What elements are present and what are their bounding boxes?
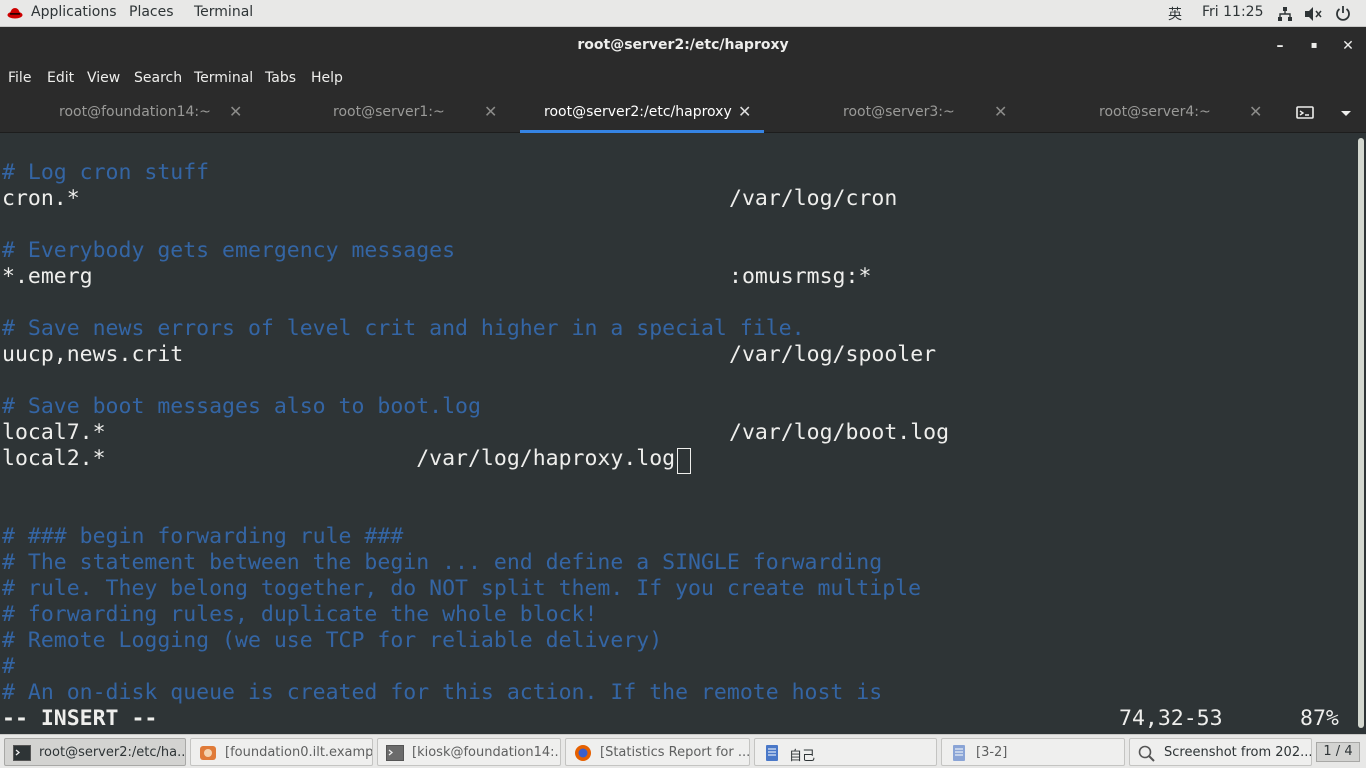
close-button[interactable]: ✕ bbox=[1337, 35, 1359, 57]
taskbar-item-label: 自己 bbox=[789, 749, 816, 764]
terminal-line: # Log cron stuff bbox=[2, 160, 210, 185]
terminal-view[interactable]: # Log cron stuff cron.* /var/log/cron # … bbox=[0, 134, 1356, 734]
taskbar-item-label: [kiosk@foundation14:... bbox=[412, 745, 561, 760]
tab-close-icon[interactable]: ✕ bbox=[229, 102, 242, 121]
input-method-indicator[interactable]: 英 bbox=[1168, 4, 1182, 24]
new-tab-icon[interactable] bbox=[1296, 105, 1314, 121]
terminal-line: # The statement between the begin ... en… bbox=[2, 550, 883, 575]
window-title: root@server2:/etc/haproxy bbox=[577, 37, 789, 53]
menu-terminal[interactable]: Terminal bbox=[194, 70, 253, 86]
taskbar-item-screenshot[interactable]: Screenshot from 202... bbox=[1129, 738, 1312, 766]
tab-close-icon[interactable]: ✕ bbox=[738, 102, 751, 121]
menu-view[interactable]: View bbox=[87, 70, 120, 86]
menu-search[interactable]: Search bbox=[134, 70, 182, 86]
tab-label: root@server4:~ bbox=[1099, 104, 1211, 120]
network-icon[interactable] bbox=[1277, 6, 1293, 22]
terminal-line: # ### begin forwarding rule ### bbox=[2, 524, 404, 549]
menu-help[interactable]: Help bbox=[311, 70, 343, 86]
terminal-line-target: /var/log/spooler bbox=[729, 342, 937, 367]
firefox-icon bbox=[575, 745, 591, 761]
terminal-line-target: /var/log/cron bbox=[729, 186, 898, 211]
window-titlebar[interactable]: root@server2:/etc/haproxy – ▪ ✕ bbox=[0, 27, 1366, 64]
redhat-logo-icon[interactable] bbox=[7, 5, 23, 21]
terminal-line: # Save boot messages also to boot.log bbox=[2, 394, 481, 419]
terminal-line: # forwarding rules, duplicate the whole … bbox=[2, 602, 598, 627]
tab-close-icon[interactable]: ✕ bbox=[1249, 102, 1262, 121]
tab-server1[interactable]: root@server1:~ ✕ bbox=[258, 93, 518, 133]
document-icon bbox=[953, 745, 965, 761]
top-bar: Applications Places Terminal 英 Fri 11:25 bbox=[0, 0, 1366, 27]
terminal-line: # Save news errors of level crit and hig… bbox=[2, 316, 805, 341]
menu-tabs[interactable]: Tabs bbox=[265, 70, 296, 86]
tab-server3[interactable]: root@server3:~ ✕ bbox=[766, 93, 1026, 133]
taskbar-item-label: [Statistics Report for ... bbox=[600, 745, 750, 760]
tab-server2[interactable]: root@server2:/etc/haproxy ✕ bbox=[520, 93, 764, 133]
viewer-icon bbox=[200, 746, 216, 760]
minimize-button[interactable]: – bbox=[1269, 35, 1291, 57]
terminal-app-menu[interactable]: Terminal bbox=[194, 4, 253, 20]
taskbar-item-document-self[interactable]: 自己 bbox=[754, 738, 937, 766]
tab-label: root@server1:~ bbox=[333, 104, 445, 120]
power-icon[interactable] bbox=[1335, 5, 1351, 21]
workspace-pager[interactable]: 1 / 4 bbox=[1316, 742, 1360, 762]
tab-server4[interactable]: root@server4:~ ✕ bbox=[1026, 93, 1272, 133]
screenshot-icon bbox=[1138, 745, 1155, 762]
terminal-line-target: /var/log/boot.log bbox=[729, 420, 950, 445]
taskbar-item-firefox[interactable]: [Statistics Report for ... bbox=[565, 738, 750, 766]
terminal-line: # An on-disk queue is created for this a… bbox=[2, 680, 883, 705]
vim-cursor-position: 74,32-53 bbox=[1119, 706, 1223, 731]
menu-bar: File Edit View Search Terminal Tabs Help bbox=[0, 64, 1366, 93]
applications-menu[interactable]: Applications bbox=[31, 4, 117, 20]
scrollbar-thumb[interactable] bbox=[1358, 138, 1364, 728]
places-menu[interactable]: Places bbox=[129, 4, 174, 20]
taskbar-item-label: root@server2:/etc/ha... bbox=[39, 745, 186, 760]
taskbar-item-document-3-2[interactable]: [3-2] bbox=[941, 738, 1125, 766]
terminal-line: cron.* bbox=[2, 186, 80, 211]
taskbar-item-label: [foundation0.ilt.exampl... bbox=[225, 745, 373, 760]
tab-foundation14[interactable]: root@foundation14:~ ✕ bbox=[0, 93, 258, 133]
taskbar: root@server2:/etc/ha... [foundation0.ilt… bbox=[0, 734, 1366, 768]
tab-label: root@foundation14:~ bbox=[59, 104, 211, 120]
tab-close-icon[interactable]: ✕ bbox=[484, 102, 497, 121]
taskbar-item-server2-terminal[interactable]: root@server2:/etc/ha... bbox=[4, 738, 186, 766]
tab-bar: root@foundation14:~ ✕ root@server1:~ ✕ r… bbox=[0, 93, 1366, 133]
terminal-line: local2.* /var/log/haproxy.log bbox=[2, 446, 676, 471]
terminal-line: uucp,news.crit bbox=[2, 342, 184, 367]
taskbar-item-kiosk-terminal[interactable]: [kiosk@foundation14:... bbox=[377, 738, 561, 766]
terminal-line-target: :omusrmsg:* bbox=[729, 264, 872, 289]
vim-scroll-percent: 87% bbox=[1300, 706, 1339, 731]
clock[interactable]: Fri 11:25 bbox=[1202, 4, 1263, 20]
taskbar-item-label: Screenshot from 202... bbox=[1164, 745, 1312, 760]
terminal-line: # Everybody gets emergency messages bbox=[2, 238, 456, 263]
tab-close-icon[interactable]: ✕ bbox=[994, 102, 1007, 121]
menu-edit[interactable]: Edit bbox=[47, 70, 74, 86]
terminal-icon bbox=[386, 745, 404, 761]
terminal-line: # rule. They belong together, do NOT spl… bbox=[2, 576, 922, 601]
terminal-line: # bbox=[2, 654, 15, 679]
terminal-line: local7.* bbox=[2, 420, 106, 445]
taskbar-item-foundation0[interactable]: [foundation0.ilt.exampl... bbox=[190, 738, 373, 766]
terminal-icon bbox=[13, 745, 31, 761]
tab-label: root@server3:~ bbox=[843, 104, 955, 120]
maximize-button[interactable]: ▪ bbox=[1303, 35, 1325, 57]
document-icon bbox=[766, 745, 778, 761]
terminal-line: # Remote Logging (we use TCP for reliabl… bbox=[2, 628, 663, 653]
text-cursor bbox=[677, 448, 691, 474]
vim-mode-indicator: -- INSERT -- bbox=[2, 706, 158, 731]
taskbar-item-label: [3-2] bbox=[976, 745, 1008, 760]
tab-label: root@server2:/etc/haproxy bbox=[544, 104, 732, 120]
volume-icon[interactable] bbox=[1304, 6, 1322, 22]
terminal-line: *.emerg bbox=[2, 264, 93, 289]
terminal-scrollbar[interactable] bbox=[1356, 134, 1366, 734]
tab-menu-icon[interactable] bbox=[1340, 110, 1352, 118]
menu-file[interactable]: File bbox=[8, 70, 31, 86]
